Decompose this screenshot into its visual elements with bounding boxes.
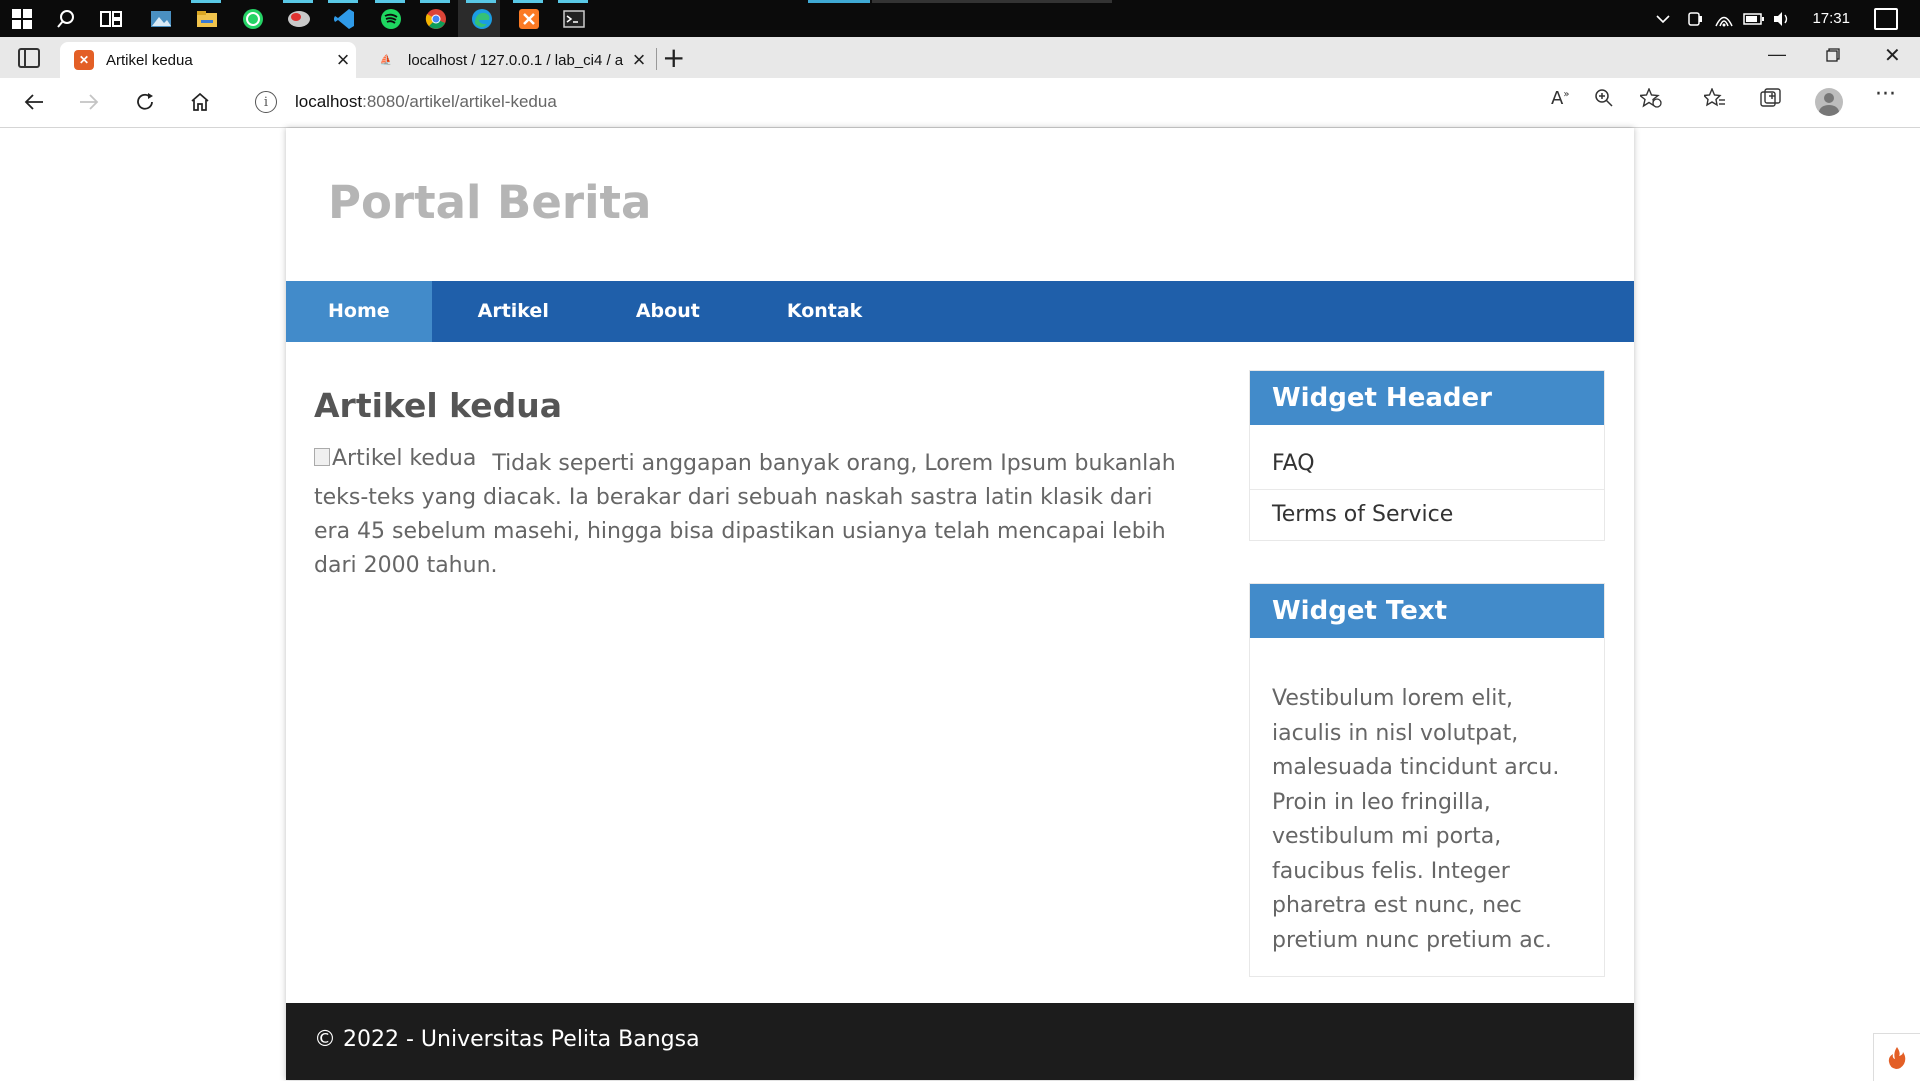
tab-artikel-kedua[interactable]: ✕ Artikel kedua × [60,42,356,78]
xampp-icon[interactable] [515,5,543,33]
page-viewport: Portal Berita Home Artikel About Kontak … [0,128,1920,1080]
widget-link-list: FAQ Terms of Service [1250,425,1604,540]
site-title: Portal Berita [328,176,652,229]
forward-button[interactable] [73,86,105,118]
chevron-up-icon[interactable] [1655,11,1671,27]
running-indicator [808,0,870,3]
home-button[interactable] [184,86,216,118]
tab-title: Artikel kedua [106,51,193,69]
add-favorite-icon[interactable] [1638,87,1662,113]
refresh-button[interactable] [129,86,161,118]
running-indicator [375,0,405,3]
close-window-icon[interactable]: ✕ [1884,43,1901,68]
running-indicator [558,0,588,3]
system-tray [1655,0,1815,37]
notification-center-icon[interactable] [1874,8,1898,30]
widget-text-body: Vestibulum lorem elit, iaculis in nisl v… [1272,686,1560,953]
wifi-icon[interactable] [1715,11,1733,27]
broken-image-icon [314,448,330,466]
minimize-window-icon[interactable]: — [1768,44,1786,65]
restore-window-icon[interactable] [1826,46,1840,67]
spotify-icon[interactable] [377,5,405,33]
running-indicator [328,0,358,3]
zoom-icon[interactable] [1594,88,1614,113]
url-path: :8080/artikel/artikel-kedua [362,92,557,111]
windows-taskbar: 17:31 [0,0,1920,37]
close-tab-icon[interactable]: × [626,47,652,73]
browser-toolbar: i localhost:8080/artikel/artikel-kedua A… [0,78,1920,128]
running-indicator [513,0,543,3]
running-indicator [283,0,313,3]
article-image-alt: Artikel kedua [332,446,477,471]
nav-artikel[interactable]: Artikel [432,281,594,342]
close-tab-icon[interactable]: × [330,47,356,73]
taskbar-clock[interactable]: 17:31 [1812,10,1850,27]
running-indicator [466,0,496,3]
running-indicator [191,0,221,3]
article-title: Artikel kedua [314,386,562,425]
profile-avatar[interactable] [1815,88,1843,116]
codeigniter-favicon-icon: ✕ [74,50,94,70]
windows-start-icon[interactable] [8,5,36,33]
article-body: Artikel kedua Tidak seperti anggapan ban… [314,446,1194,583]
site-container: Portal Berita Home Artikel About Kontak … [286,128,1634,1080]
phpmyadmin-favicon-icon: ⛵ [379,54,393,66]
vscode-icon[interactable] [330,5,358,33]
widget-link-terms[interactable]: Terms of Service [1250,490,1604,540]
file-explorer-icon[interactable] [193,5,221,33]
widget-text-title: Widget Text [1250,584,1604,638]
widget-text-box: Widget Text Vestibulum lorem elit, iacul… [1249,583,1605,977]
terminal-icon[interactable] [560,5,588,33]
nav-kontak[interactable]: Kontak [744,281,903,342]
running-indicator [872,0,1112,3]
tab-actions-icon[interactable] [18,48,40,68]
codeigniter-debug-toolbar-icon[interactable] [1873,1033,1920,1081]
nav-about[interactable]: About [594,281,744,342]
site-footer: © 2022 - Universitas Pelita Bangsa [286,1003,1634,1080]
favorites-icon[interactable] [1702,87,1726,113]
nav-home[interactable]: Home [286,281,432,342]
more-options-icon[interactable]: ··· [1875,82,1896,107]
new-tab-button[interactable]: + [662,41,685,74]
photos-icon[interactable] [147,5,175,33]
widget-header-title: Widget Header [1250,371,1604,425]
main-nav: Home Artikel About Kontak [286,281,1634,342]
chrome-icon[interactable] [422,5,450,33]
meet-now-icon[interactable] [1687,10,1703,28]
back-button[interactable] [18,86,50,118]
whatsapp-icon[interactable] [239,5,267,33]
footer-text: © 2022 - Universitas Pelita Bangsa [314,1027,700,1052]
tab-phpmyadmin[interactable]: ⛵ localhost / 127.0.0.1 / lab_ci4 / a × [362,42,652,78]
search-icon[interactable] [52,5,80,33]
edge-icon[interactable] [468,5,496,33]
volume-icon[interactable] [1773,11,1791,27]
browser-tab-strip: ✕ Artikel kedua × ⛵ localhost / 127.0.0.… [0,37,1920,78]
widget-link-faq[interactable]: FAQ [1250,439,1604,490]
site-header: Portal Berita [286,128,1634,281]
article-image: Artikel kedua [314,442,476,476]
running-indicator [420,0,450,3]
address-bar[interactable]: i localhost:8080/artikel/artikel-kedua [235,83,1640,121]
task-view-icon[interactable] [97,5,125,33]
tab-separator [656,48,657,70]
anydesk-icon[interactable] [285,5,313,33]
url-host: localhost [295,92,363,111]
battery-icon[interactable] [1743,12,1765,26]
read-aloud-icon[interactable]: A» [1551,88,1569,109]
widget-header-box: Widget Header FAQ Terms of Service [1249,370,1605,541]
tab-title: localhost / 127.0.0.1 / lab_ci4 / a [408,51,624,69]
site-info-icon[interactable]: i [255,91,277,113]
collections-icon[interactable] [1760,88,1782,113]
